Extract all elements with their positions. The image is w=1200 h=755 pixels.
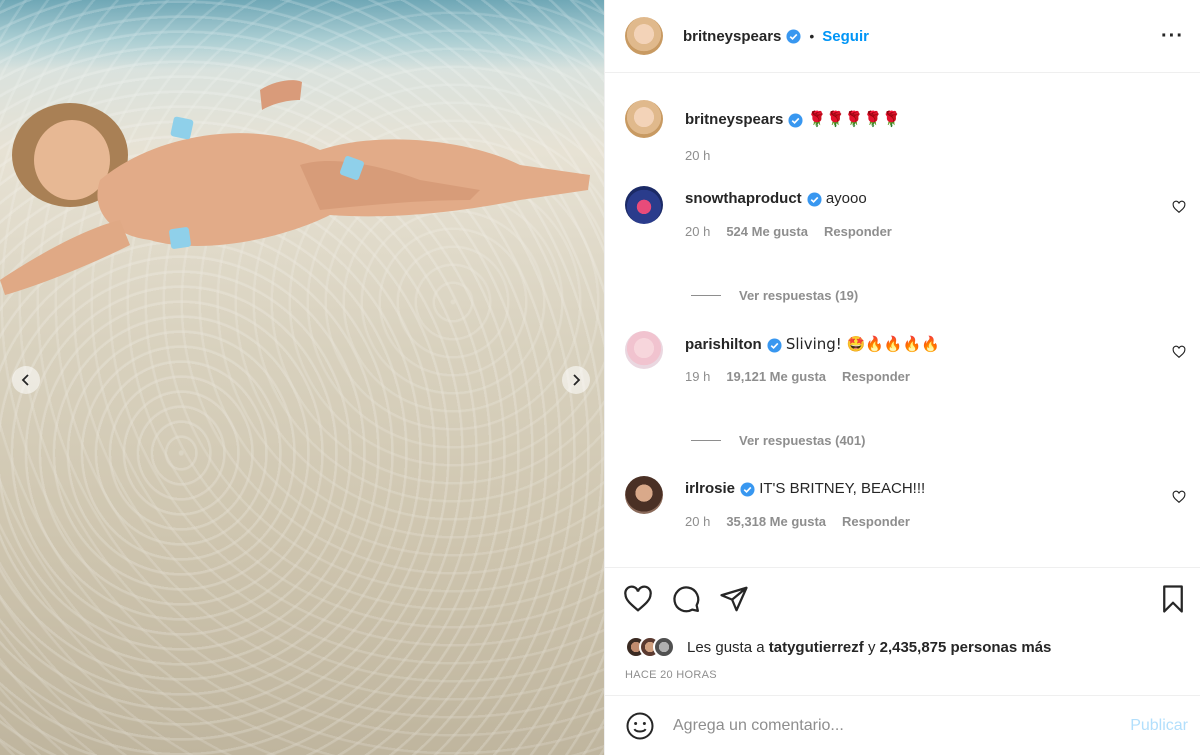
verified-badge-icon <box>807 192 822 207</box>
next-slide-button[interactable] <box>562 366 590 394</box>
comment-time: 20 h <box>685 514 711 529</box>
heart-icon[interactable] <box>1172 345 1186 359</box>
comment: irlrosie IT'S BRITNEY, BEACH!!! 20 h 35,… <box>625 476 1186 529</box>
heart-icon[interactable] <box>1172 200 1186 214</box>
comment-text: Sliving! 🤩🔥🔥🔥🔥 <box>785 335 940 353</box>
reply-button[interactable]: Responder <box>824 224 892 239</box>
instagram-post: britneyspears • Seguir ··· britneyspears… <box>0 0 1200 755</box>
bookmark-icon[interactable] <box>1158 584 1188 614</box>
view-replies-button[interactable]: Ver respuestas (19) <box>691 288 858 303</box>
likes-text: Les gusta a taty­gutierrezf y 2,435,875 … <box>687 639 1051 656</box>
verified-badge-icon <box>740 482 755 497</box>
chevron-right-icon <box>573 374 581 386</box>
comment-username[interactable]: parishilton <box>685 336 762 353</box>
add-comment-bar: Publicar <box>605 695 1200 755</box>
replies-line <box>691 295 721 296</box>
more-options-icon[interactable]: ··· <box>1161 25 1184 48</box>
comment: snowthaproduct ayooo 20 h 524 Me gusta R… <box>625 186 1186 239</box>
verified-badge-icon <box>786 28 801 44</box>
likes-count[interactable]: 2,435,875 personas más <box>880 639 1052 656</box>
caption-username[interactable]: britneyspears <box>685 111 783 128</box>
commenter-avatar[interactable] <box>625 186 663 224</box>
comment: parishilton Sliving! 🤩🔥🔥🔥🔥 19 h 19,121 M… <box>625 331 1186 384</box>
comment-username[interactable]: irlrosie <box>685 480 735 497</box>
reply-button[interactable]: Responder <box>842 369 910 384</box>
post-timestamp[interactable]: HACE 20 HORAS <box>605 665 1200 695</box>
smile-icon[interactable] <box>625 711 655 741</box>
comments-list: britneyspears 🌹🌹🌹🌹🌹 20 h snowthaproduct … <box>605 73 1200 567</box>
share-icon[interactable] <box>719 584 749 614</box>
author-username[interactable]: britneyspears <box>683 28 781 45</box>
commenter-avatar[interactable] <box>625 331 663 369</box>
comment-likes[interactable]: 19,121 Me gusta <box>726 369 826 384</box>
view-replies-label: Ver respuestas (19) <box>739 288 859 303</box>
action-bar <box>605 567 1200 629</box>
comment-username[interactable]: snowthaproduct <box>685 190 802 207</box>
view-replies-label: Ver respuestas (401) <box>739 433 866 448</box>
heart-icon[interactable] <box>623 584 653 614</box>
separator-dot: • <box>809 28 815 44</box>
reclining-figure <box>0 80 590 295</box>
comment-likes[interactable]: 524 Me gusta <box>726 224 808 239</box>
post-header: britneyspears • Seguir ··· <box>605 0 1200 73</box>
caption: britneyspears 🌹🌹🌹🌹🌹 20 h <box>625 100 1186 163</box>
comment-text: IT'S BRITNEY, BEACH!!! <box>759 480 926 497</box>
liker-avatars[interactable] <box>625 636 675 658</box>
caption-time: 20 h <box>685 148 711 163</box>
comment-icon[interactable] <box>671 584 701 614</box>
replies-line <box>691 440 721 441</box>
liker-avatar <box>653 636 675 658</box>
view-replies-button[interactable]: Ver respuestas (401) <box>691 433 865 448</box>
likes-middle: y <box>867 638 876 656</box>
previous-slide-button[interactable] <box>12 366 40 394</box>
author-avatar[interactable] <box>625 100 663 138</box>
likes-prefix: Les gusta a <box>687 638 765 656</box>
liker-username[interactable]: taty­gutierrezf <box>769 639 864 656</box>
comment-input[interactable] <box>673 716 1131 735</box>
heart-icon[interactable] <box>1172 490 1186 504</box>
verified-badge-icon <box>788 113 803 128</box>
comment-text: ayooo <box>825 190 867 207</box>
chevron-left-icon <box>21 374 29 386</box>
likes-summary: Les gusta a taty­gutierrezf y 2,435,875 … <box>605 629 1200 665</box>
post-side-panel: britneyspears • Seguir ··· britneyspears… <box>605 0 1200 755</box>
reply-button[interactable]: Responder <box>842 514 910 529</box>
follow-button[interactable]: Seguir <box>822 28 869 45</box>
comment-time: 20 h <box>685 224 711 239</box>
commenter-avatar[interactable] <box>625 476 663 514</box>
verified-badge-icon <box>767 338 782 353</box>
comment-time: 19 h <box>685 369 711 384</box>
comment-likes[interactable]: 35,318 Me gusta <box>726 514 826 529</box>
publish-button[interactable]: Publicar <box>1130 717 1188 735</box>
post-image[interactable] <box>0 0 604 755</box>
caption-text: 🌹🌹🌹🌹🌹 <box>807 110 901 128</box>
author-avatar[interactable] <box>625 17 663 55</box>
